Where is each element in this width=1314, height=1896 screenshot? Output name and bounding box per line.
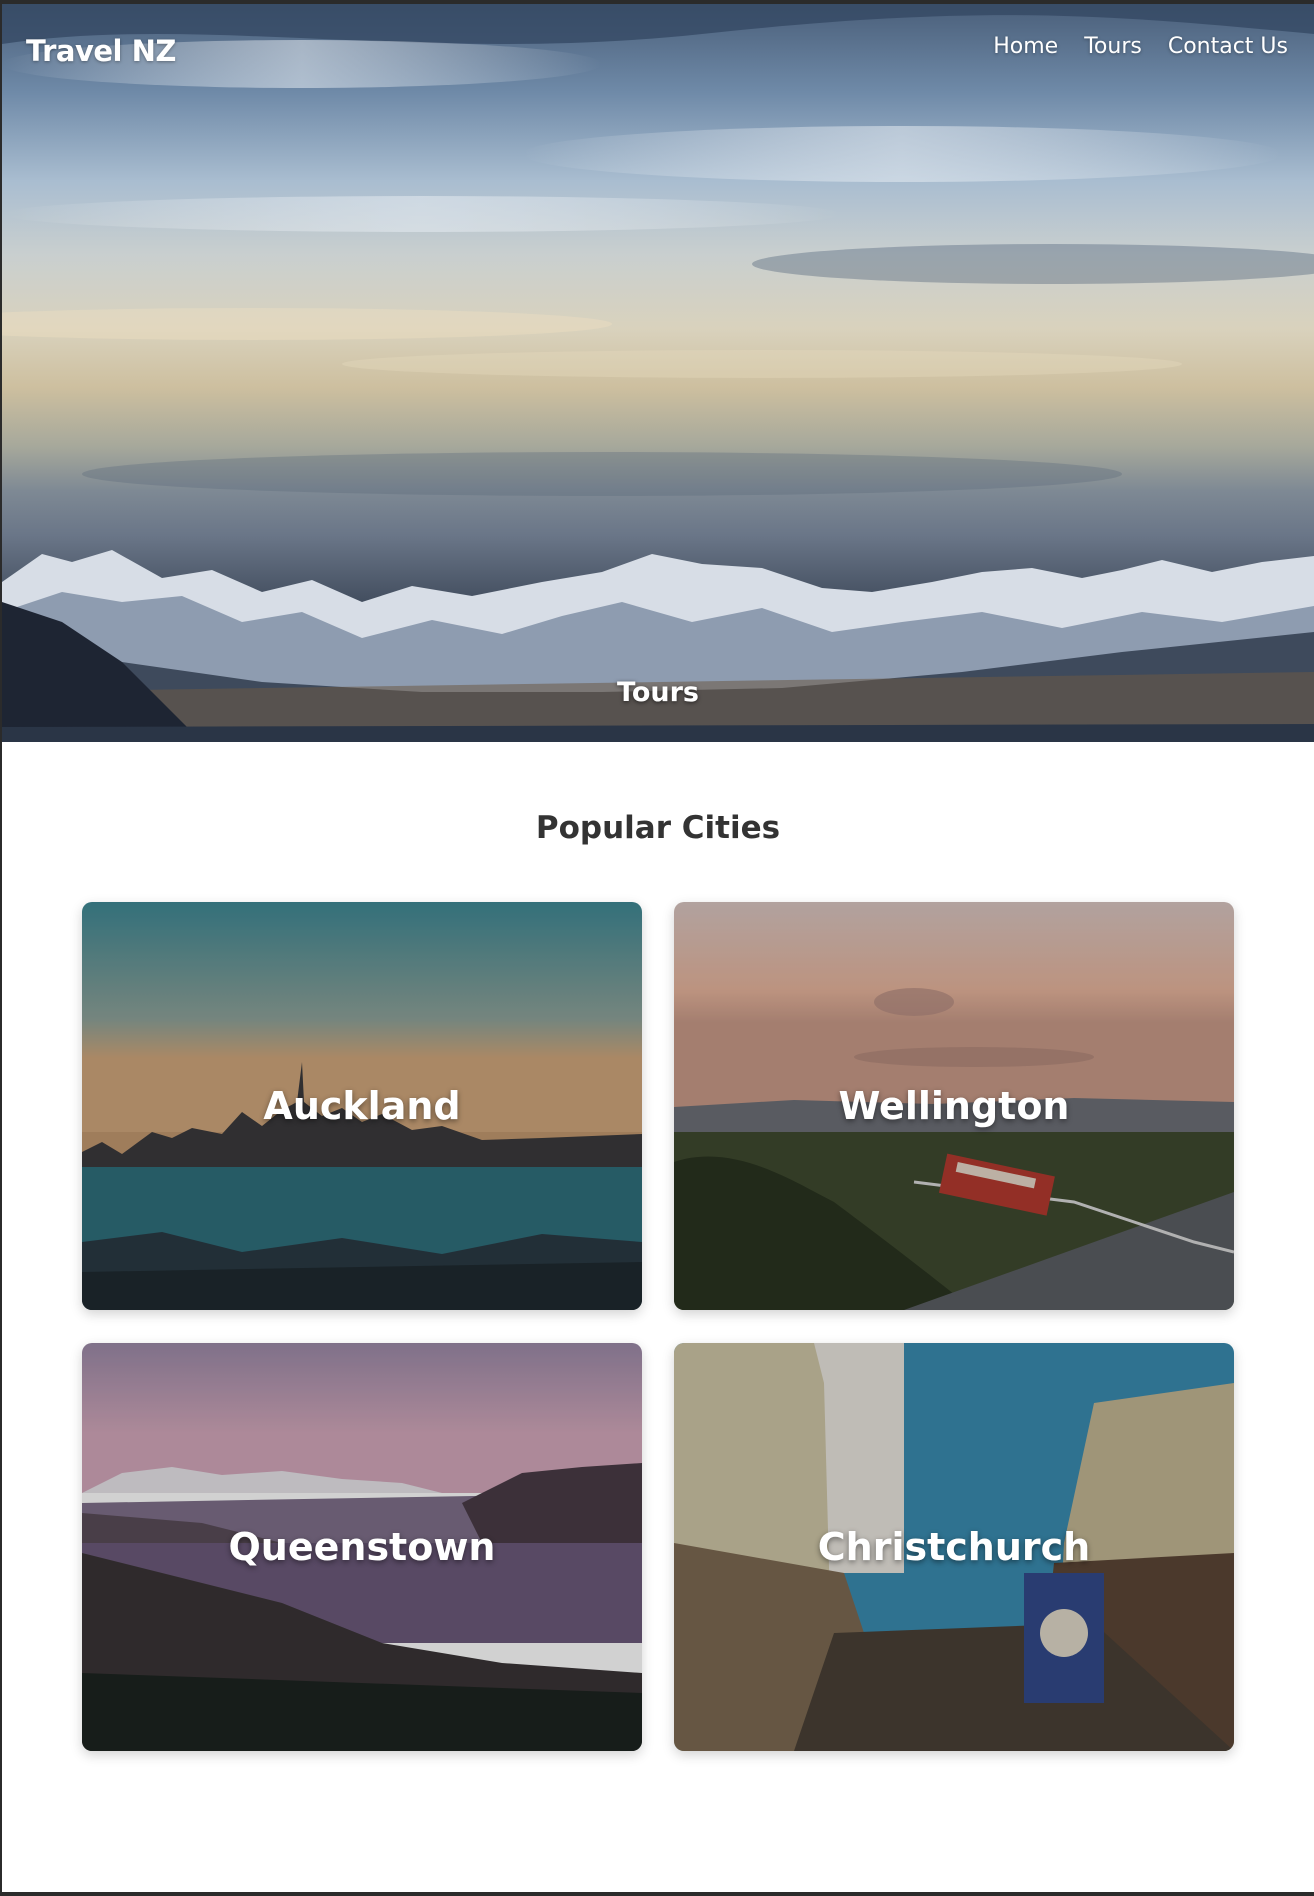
nav-tours-link[interactable]: Tours: [1084, 34, 1142, 59]
city-name-label: Queenstown: [228, 1525, 496, 1569]
city-name-label: Christchurch: [817, 1525, 1091, 1569]
hero-title: Tours: [617, 677, 699, 708]
main-nav: Home Tours Contact Us: [993, 34, 1288, 59]
city-card-wellington[interactable]: Wellington: [674, 902, 1234, 1310]
city-name-label: Auckland: [263, 1084, 461, 1128]
nav-contact-link[interactable]: Contact Us: [1168, 34, 1288, 59]
nav-home-link[interactable]: Home: [993, 34, 1058, 59]
hero-banner: Travel NZ Home Tours Contact Us Tours: [2, 4, 1314, 742]
hero-mountains-image: [2, 550, 1314, 742]
city-name-label: Wellington: [838, 1084, 1070, 1128]
page: Travel NZ Home Tours Contact Us Tours Po…: [2, 4, 1314, 1892]
city-card-queenstown[interactable]: Queenstown: [82, 1343, 642, 1751]
city-card-auckland[interactable]: Auckland: [82, 902, 642, 1310]
site-logo[interactable]: Travel NZ: [26, 34, 176, 68]
city-card-christchurch[interactable]: Christchurch: [674, 1343, 1234, 1751]
section-heading: Popular Cities: [535, 810, 781, 846]
